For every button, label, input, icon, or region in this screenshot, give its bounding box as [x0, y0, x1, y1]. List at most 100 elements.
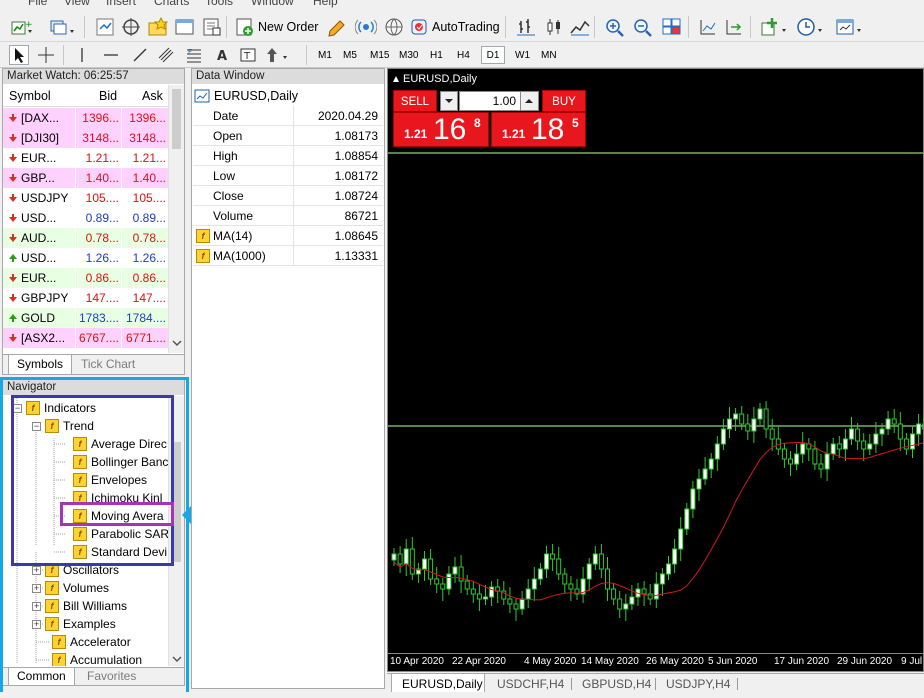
timeframe-m15[interactable]: M15 — [366, 46, 393, 64]
periods-button[interactable] — [793, 16, 827, 38]
svg-text:A: A — [217, 49, 227, 64]
tile-windows-button[interactable] — [658, 16, 686, 38]
arrows-button[interactable] — [264, 45, 290, 65]
menu-file[interactable]: File — [28, 0, 47, 8]
templates-button[interactable] — [832, 16, 866, 38]
candlestick-button[interactable] — [540, 16, 568, 38]
equidistant-channel-button[interactable] — [156, 45, 176, 65]
lots-up-button[interactable] — [520, 92, 538, 110]
menu-charts[interactable]: Charts — [154, 0, 189, 8]
navigator-button[interactable] — [144, 16, 172, 38]
buy-button[interactable]: BUY — [542, 90, 586, 112]
signals-button[interactable] — [352, 16, 380, 38]
data-window-row: Low 1.08172 — [193, 166, 383, 186]
market-watch-scrollbar[interactable] — [168, 85, 184, 353]
sell-button[interactable]: SELL — [393, 90, 437, 112]
market-watch-row[interactable]: USD... 1.26... 1.26... — [3, 248, 169, 268]
column-ask[interactable]: Ask — [142, 89, 163, 103]
crosshair-button[interactable] — [36, 45, 56, 65]
horizontal-line-button[interactable] — [101, 45, 121, 65]
market-watch-row[interactable]: EUR... 1.21... 1.21... — [3, 148, 169, 168]
tab-symbols[interactable]: Symbols — [8, 355, 73, 375]
chart-tab-gbpusd[interactable]: GBPUSD,H4 — [582, 674, 651, 694]
column-bid[interactable]: Bid — [99, 89, 117, 103]
market-watch-row[interactable]: GBP... 1.40... 1.40... — [3, 168, 169, 188]
chart-tab-usdjpy[interactable]: USDJPY,H4 — [666, 674, 730, 694]
ask-cell: 6771.... — [121, 328, 169, 348]
candle-body — [446, 573, 452, 590]
metaeditor-button[interactable] — [324, 16, 350, 38]
timeframe-d1[interactable]: D1 — [481, 46, 505, 64]
market-watch-row[interactable]: [DAX... 1396... 1396... — [3, 108, 169, 128]
market-watch-row[interactable]: [DJI30] 3148... 3148... — [3, 128, 169, 148]
bar-chart-button[interactable] — [512, 16, 540, 38]
menu-help[interactable]: Help — [313, 0, 338, 8]
zoom-out-button[interactable] — [629, 16, 657, 38]
indicators-button[interactable] — [757, 16, 791, 38]
menu-window[interactable]: Window — [251, 0, 294, 8]
trendline-button[interactable] — [130, 45, 150, 65]
new-chart-button[interactable]: + — [8, 16, 36, 38]
market-watch-row[interactable]: AUD... 0.78... 0.78... — [3, 228, 169, 248]
timeframe-m5[interactable]: M5 — [339, 46, 361, 64]
fibonacci-button[interactable]: F — [184, 45, 204, 65]
new-order-button[interactable]: New Order — [232, 16, 321, 38]
chart-window[interactable]: EURUSD,Daily SELL 1.00 BUY 1.21 16 8 1.2… — [387, 68, 924, 672]
data-window-row: Open 1.08173 — [193, 126, 383, 146]
line-chart-button[interactable] — [566, 16, 594, 38]
menu-tools[interactable]: Tools — [205, 0, 233, 8]
timeframe-w1[interactable]: W1 — [511, 46, 534, 64]
candle-body — [483, 596, 488, 600]
scrollbar-thumb[interactable] — [172, 89, 181, 149]
symbol-cell: GOLD — [3, 308, 75, 328]
candle-body — [544, 553, 549, 570]
lots-input[interactable]: 1.00 — [459, 91, 539, 111]
candle-body — [666, 563, 671, 575]
strategy-tester-button[interactable] — [198, 16, 226, 38]
crosshair-nav-button[interactable] — [117, 16, 145, 38]
timeframe-mn[interactable]: MN — [537, 46, 561, 64]
arrow-down-icon — [9, 174, 17, 182]
zoom-out-icon — [634, 19, 652, 37]
star-folder-icon — [148, 17, 169, 36]
market-watch-row[interactable]: [ASX2... 6767.... 6771.... — [3, 328, 169, 348]
chart-tab-usdchf[interactable]: USDCHF,H4 — [497, 674, 564, 694]
chart-tab-eurusd[interactable]: EURUSD,Daily — [391, 674, 485, 694]
market-watch-row[interactable]: USDJPY 105.... 105.... — [3, 188, 169, 208]
timeframe-m30[interactable]: M30 — [395, 46, 422, 64]
terminal-icon — [175, 19, 194, 35]
market-watch-row[interactable]: USD... 0.89... 0.89... — [3, 208, 169, 228]
symbol-cell: USDJPY — [3, 188, 75, 208]
scroll-down-icon[interactable] — [172, 338, 182, 348]
market-watch-row[interactable]: EUR... 0.86... 0.86... — [3, 268, 169, 288]
column-symbol[interactable]: Symbol — [9, 89, 51, 103]
auto-scroll-button[interactable] — [720, 16, 748, 38]
vertical-line-button[interactable] — [72, 45, 92, 65]
menu-view[interactable]: View — [64, 0, 90, 8]
timeframe-h4[interactable]: H4 — [453, 46, 474, 64]
sell-price[interactable]: 1.21 16 8 — [393, 112, 489, 147]
timeframe-h1[interactable]: H1 — [426, 46, 447, 64]
text-label-button[interactable]: T — [238, 45, 258, 65]
symbol-cell: GBP... — [3, 168, 75, 188]
buy-price[interactable]: 1.21 18 5 — [491, 112, 586, 147]
menu-insert[interactable]: Insert — [106, 0, 136, 8]
market-watch-row[interactable]: GBPJPY 147.... 147.... — [3, 288, 169, 308]
lots-down-button[interactable] — [440, 91, 458, 111]
timeframe-m1[interactable]: M1 — [314, 46, 336, 64]
zoom-in-button[interactable] — [601, 16, 629, 38]
cursor-button[interactable] — [9, 45, 29, 65]
chart-shift-button[interactable] — [694, 16, 722, 38]
x-tick-label: 14 May 2020 — [581, 656, 639, 667]
profiles-button[interactable] — [46, 16, 78, 38]
candle-body — [714, 443, 720, 460]
terminal-button[interactable] — [171, 16, 199, 38]
tab-tick-chart[interactable]: Tick Chart — [73, 355, 143, 375]
autotrading-button[interactable]: AutoTrading — [406, 16, 503, 38]
ask-cell: 1396... — [121, 108, 169, 128]
market-watch-row[interactable]: GOLD 1783.... 1784.... — [3, 308, 169, 328]
market-button[interactable] — [380, 16, 408, 38]
text-button[interactable]: A — [212, 45, 232, 65]
data-label: MA(14) — [213, 229, 253, 243]
market-watch-button[interactable] — [91, 16, 119, 38]
